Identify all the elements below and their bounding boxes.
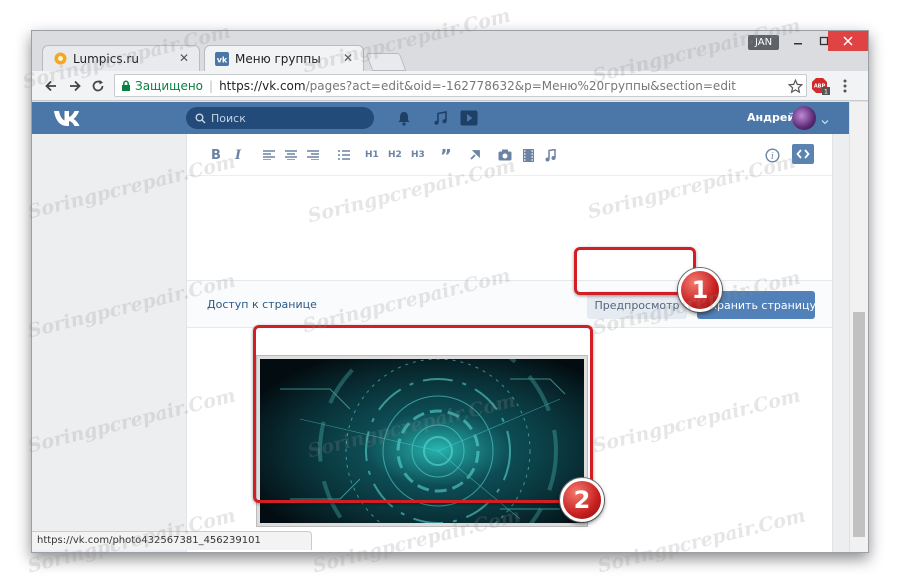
align-center-icon[interactable] bbox=[285, 147, 297, 163]
vk-header: Поиск Андрей bbox=[32, 102, 849, 134]
reload-icon[interactable] bbox=[89, 77, 107, 95]
italic-button[interactable]: I bbox=[235, 147, 241, 163]
scrollbar-thumb[interactable] bbox=[853, 312, 865, 537]
heading3-button[interactable]: H3 bbox=[411, 147, 425, 163]
secure-label: Защищено bbox=[135, 78, 204, 93]
camera-icon[interactable] bbox=[498, 147, 512, 163]
star-icon[interactable] bbox=[786, 77, 804, 95]
preview-button[interactable]: Предпросмотр bbox=[587, 291, 687, 319]
play-icon[interactable] bbox=[459, 110, 479, 126]
screenshot-stage: Lumpics.ru ✕ vk Меню группы ✕ JAN Защище… bbox=[0, 0, 900, 586]
back-arrow-icon[interactable] bbox=[42, 77, 60, 95]
editor-footer: Доступ к странице Предпросмотр Сохранить… bbox=[187, 280, 832, 328]
link-icon[interactable] bbox=[469, 147, 481, 163]
lock-icon bbox=[121, 80, 131, 92]
tab-title: Меню группы bbox=[235, 51, 321, 66]
url-host: https://vk.com bbox=[219, 78, 306, 93]
step-marker-1: 1 bbox=[678, 268, 722, 312]
video-icon[interactable] bbox=[523, 147, 534, 163]
svg-text:i: i bbox=[771, 152, 774, 162]
search-placeholder: Поиск bbox=[211, 111, 246, 125]
url-separator: | bbox=[209, 78, 214, 93]
heading2-button[interactable]: H2 bbox=[388, 147, 402, 163]
music-note-icon[interactable] bbox=[545, 147, 556, 163]
avatar[interactable] bbox=[792, 106, 816, 130]
url-path: /pages?act=edit&oid=-162778632&p=Меню%20… bbox=[305, 78, 736, 93]
highlight-box-image bbox=[253, 325, 593, 503]
page-scrollbar[interactable] bbox=[849, 102, 868, 552]
vk-logo-icon[interactable] bbox=[52, 107, 80, 129]
search-icon bbox=[195, 113, 206, 124]
align-right-icon[interactable] bbox=[307, 147, 319, 163]
browser-titlebar: Lumpics.ru ✕ vk Меню группы ✕ JAN bbox=[32, 31, 868, 71]
editor-text-area[interactable] bbox=[187, 176, 832, 280]
close-icon[interactable]: ✕ bbox=[179, 51, 189, 65]
list-icon[interactable] bbox=[338, 147, 350, 163]
bold-button[interactable]: B bbox=[211, 147, 221, 163]
tab-vk-menu[interactable]: vk Меню группы ✕ bbox=[204, 45, 364, 71]
svg-text:1: 1 bbox=[824, 88, 828, 96]
profile-badge[interactable]: JAN bbox=[748, 35, 780, 50]
kebab-menu-icon[interactable] bbox=[836, 77, 854, 95]
svg-text:vk: vk bbox=[217, 55, 228, 64]
chevron-down-icon[interactable] bbox=[820, 112, 830, 125]
adblock-extension-icon[interactable]: ABP 1 bbox=[811, 77, 831, 95]
tab-title: Lumpics.ru bbox=[73, 51, 139, 66]
quote-button[interactable]: ” bbox=[440, 146, 452, 167]
minimize-button[interactable] bbox=[784, 31, 812, 51]
code-view-icon[interactable] bbox=[792, 144, 814, 164]
new-tab-button[interactable] bbox=[365, 53, 407, 71]
help-icon[interactable]: i bbox=[765, 147, 780, 163]
format-toolbar: B I H1 H2 H3 ” i bbox=[187, 134, 832, 176]
page-access-link[interactable]: Доступ к странице bbox=[207, 298, 317, 311]
orange-circle-icon bbox=[53, 52, 67, 66]
status-bar-url: https://vk.com/photo432567381_456239101 bbox=[32, 531, 312, 550]
vk-icon: vk bbox=[215, 51, 229, 66]
align-left-icon[interactable] bbox=[263, 147, 275, 163]
music-icon[interactable] bbox=[432, 110, 448, 126]
step-marker-2: 2 bbox=[560, 478, 604, 522]
close-icon[interactable]: ✕ bbox=[343, 51, 353, 65]
vk-search-input[interactable]: Поиск bbox=[186, 107, 374, 129]
tab-lumpics[interactable]: Lumpics.ru ✕ bbox=[42, 45, 200, 71]
window-close-button[interactable] bbox=[828, 31, 868, 51]
address-bar[interactable]: Защищено | https://vk.com /pages?act=edi… bbox=[114, 74, 807, 97]
heading1-button[interactable]: H1 bbox=[365, 147, 379, 163]
vk-user-name[interactable]: Андрей bbox=[747, 111, 795, 124]
bell-icon[interactable] bbox=[396, 110, 412, 126]
browser-toolbar: Защищено | https://vk.com /pages?act=edi… bbox=[32, 71, 868, 101]
forward-arrow-icon[interactable] bbox=[66, 77, 84, 95]
